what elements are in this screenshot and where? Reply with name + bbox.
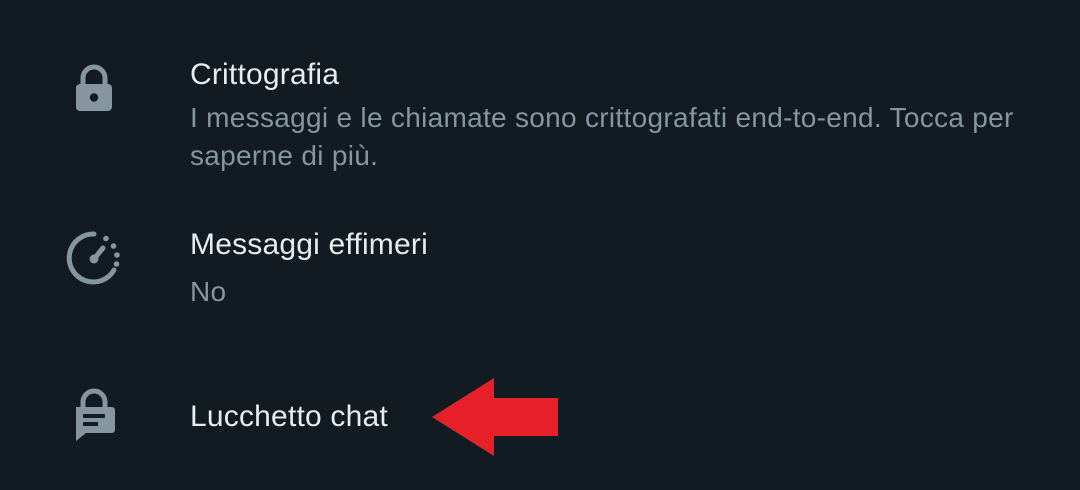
encryption-row[interactable]: Crittografia I messaggi e le chiamate so… — [0, 20, 1080, 171]
timer-icon — [64, 228, 124, 288]
red-arrow-icon — [432, 378, 558, 456]
chat-lock-title: Lucchetto chat — [190, 400, 388, 433]
ephemeral-messages-row[interactable]: Messaggi effimeri No — [0, 200, 1080, 320]
lock-icon — [64, 58, 124, 118]
encryption-subtitle: I messaggi e le chiamate sono crittograf… — [190, 102, 1014, 171]
ephemeral-messages-value: No — [190, 276, 227, 307]
chat-lock-icon — [64, 385, 124, 445]
ephemeral-messages-title: Messaggi effimeri — [190, 228, 428, 261]
encryption-title: Crittografia — [190, 58, 340, 91]
